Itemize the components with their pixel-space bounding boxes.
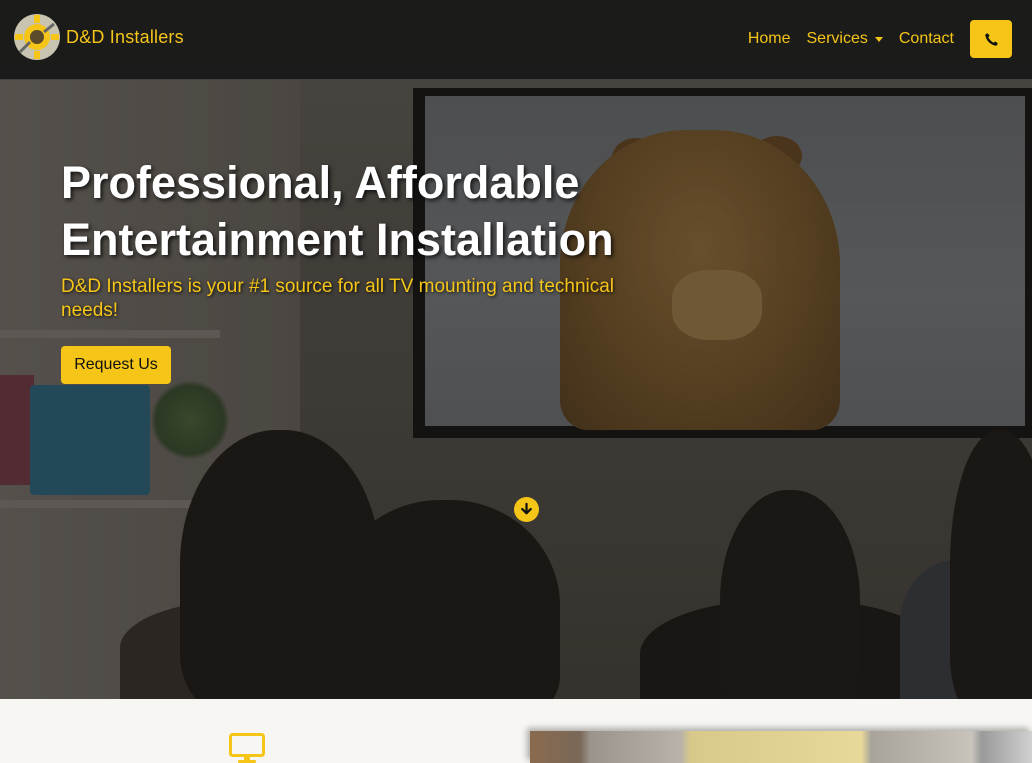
navbar: D&D Installers Home Services Contact: [0, 0, 1032, 79]
arrow-down-circle-icon: [521, 502, 532, 515]
monitor-icon: [229, 733, 265, 763]
caret-down-icon: [874, 36, 883, 42]
nav-links: Home Services Contact: [748, 20, 1012, 58]
hero-subtitle: D&D Installers is your #1 source for all…: [61, 276, 615, 321]
nav-contact[interactable]: Contact: [899, 30, 954, 48]
phone-button[interactable]: [970, 20, 1012, 58]
nav-home[interactable]: Home: [748, 30, 791, 48]
gear-logo-icon: [14, 14, 60, 60]
scroll-down-button[interactable]: [514, 497, 539, 522]
phone-icon: [984, 32, 998, 46]
nav-services-dropdown[interactable]: Services: [807, 30, 883, 48]
nav-services-label: Services: [806, 30, 868, 47]
hero-title: Professional, Affordable Entertainment I…: [61, 157, 614, 265]
brand-link[interactable]: D&D Installers: [10, 12, 184, 62]
hero-content: Professional, Affordable Entertainment I…: [61, 154, 681, 323]
request-us-button[interactable]: Request Us: [61, 346, 171, 384]
installation-photo: [530, 731, 1032, 763]
brand-name: D&D Installers: [66, 26, 184, 47]
